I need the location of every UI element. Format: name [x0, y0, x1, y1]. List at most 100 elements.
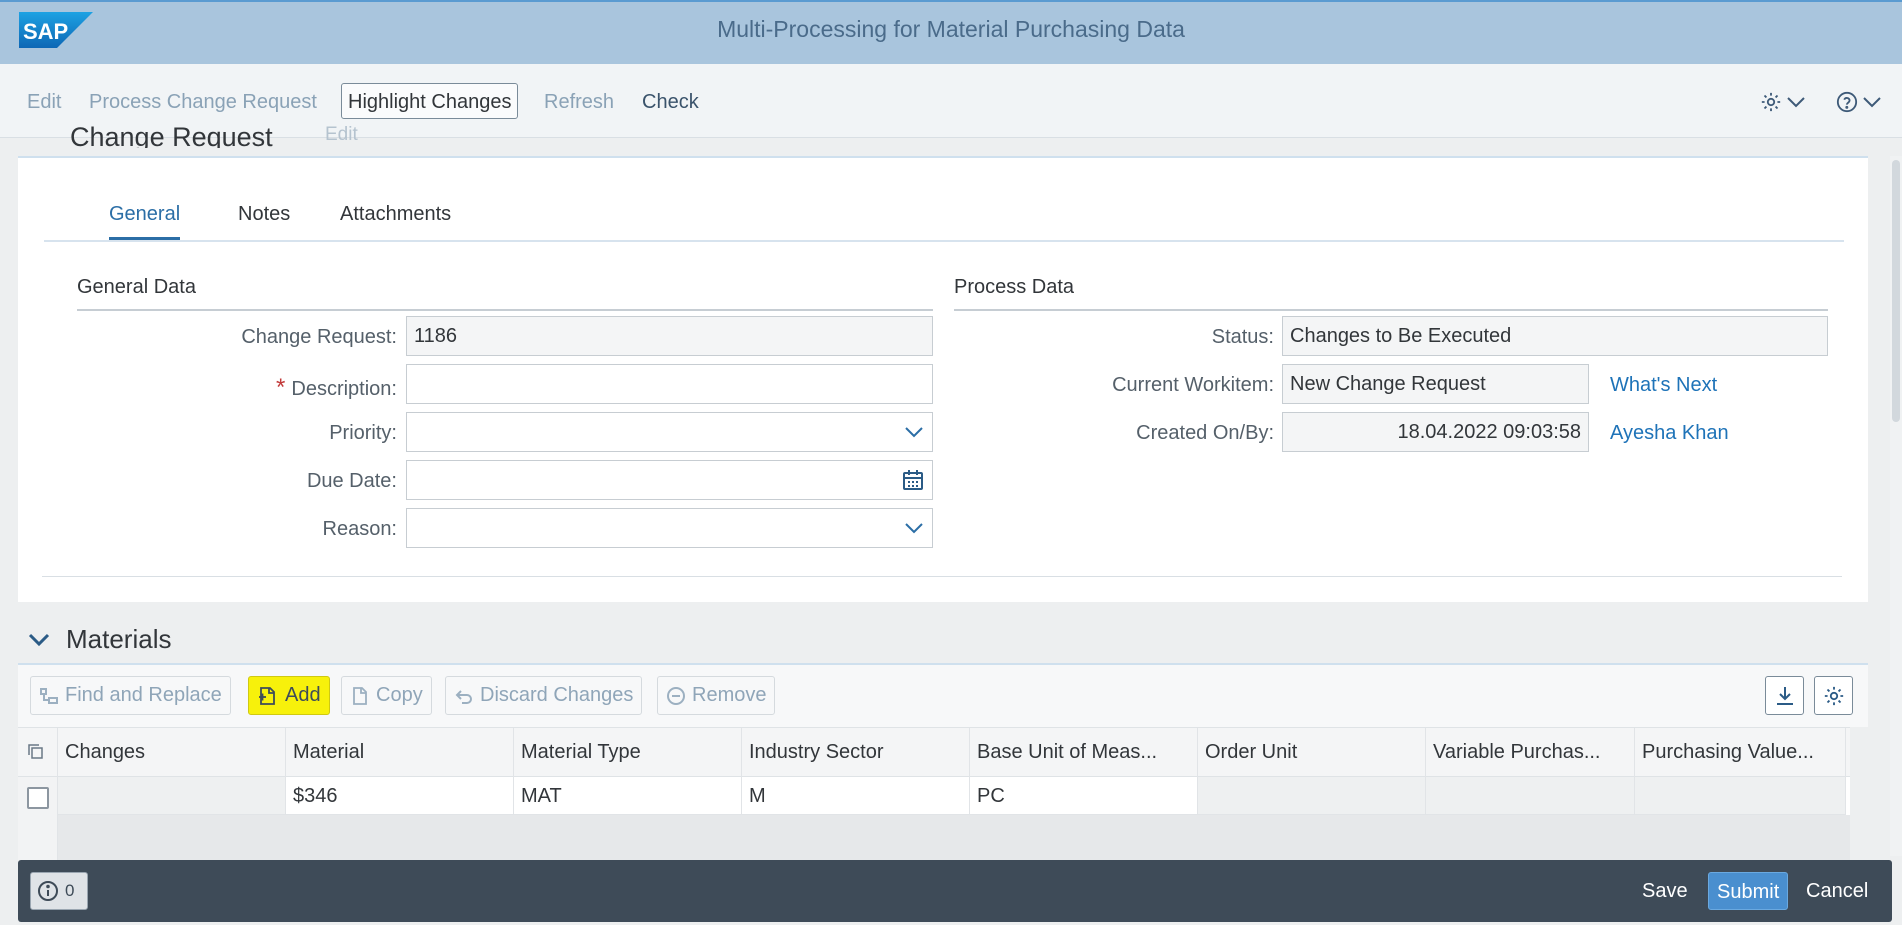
page-toolbar: Edit Process Change Request Highlight Ch… — [0, 64, 1902, 138]
column-header-industry-sector[interactable]: Industry Sector — [742, 728, 970, 777]
find-replace-icon — [40, 687, 58, 704]
cell-variable-purchasing — [1426, 777, 1635, 815]
page-scrollbar[interactable] — [1890, 156, 1902, 856]
materials-table: Changes Material Material Type Industry … — [18, 727, 1850, 860]
priority-select[interactable] — [406, 412, 933, 452]
add-label: Add — [285, 684, 321, 706]
cell-purchasing-value — [1635, 777, 1846, 815]
current-workitem-field: New Change Request — [1282, 364, 1589, 404]
highlight-changes-button[interactable]: Highlight Changes — [341, 83, 519, 119]
tab-bar: General Notes Attachments — [44, 198, 1844, 242]
chevron-down-icon — [1787, 97, 1805, 108]
app-title: Multi-Processing for Material Purchasing… — [717, 16, 1185, 42]
created-on-field: 18.04.2022 09:03:58 — [1282, 412, 1589, 452]
remove-button[interactable]: Remove — [657, 676, 776, 715]
created-on-by-label: Created On/By: — [1136, 422, 1274, 444]
gear-icon — [1824, 686, 1843, 705]
process-change-request-button[interactable]: Process Change Request — [82, 83, 324, 119]
chevron-down-icon — [1863, 97, 1881, 108]
footer-bar: 0 Save Submit Cancel — [18, 860, 1892, 922]
save-button[interactable]: Save — [1634, 872, 1696, 910]
refresh-button[interactable]: Refresh — [537, 83, 621, 119]
calendar-icon[interactable] — [902, 461, 924, 499]
export-button[interactable] — [1765, 676, 1804, 715]
cell-base-unit[interactable]: PC — [970, 777, 1198, 815]
cancel-button[interactable]: Cancel — [1798, 872, 1876, 910]
current-workitem-label: Current Workitem: — [1112, 374, 1274, 396]
copy-label: Copy — [376, 684, 423, 706]
copy-icon — [353, 686, 367, 705]
column-header-material[interactable]: Material — [286, 728, 514, 777]
column-header-base-unit[interactable]: Base Unit of Meas... — [970, 728, 1198, 777]
copy-button[interactable]: Copy — [341, 676, 432, 715]
column-header-variable-purchasing[interactable]: Variable Purchas... — [1426, 728, 1635, 777]
cell-changes — [58, 777, 286, 815]
find-and-replace-button[interactable]: Find and Replace — [30, 676, 231, 715]
created-by-link[interactable]: Ayesha Khan — [1610, 422, 1729, 445]
table-empty-area — [58, 815, 1850, 860]
priority-label: Priority: — [329, 422, 397, 444]
undo-icon — [455, 689, 472, 704]
remove-label: Remove — [692, 684, 767, 706]
column-header-order-unit[interactable]: Order Unit — [1198, 728, 1426, 777]
settings-menu-button[interactable] — [1760, 89, 1806, 115]
remove-icon — [667, 686, 685, 705]
cell-material[interactable]: $346 — [286, 777, 514, 815]
shell-header: SAP Multi-Processing for Material Purcha… — [0, 0, 1902, 64]
materials-section-header[interactable]: Materials — [28, 624, 171, 655]
status-label: Status: — [1211, 326, 1274, 348]
general-data-title: General Data — [77, 276, 196, 298]
description-label-text: Description: — [291, 378, 397, 400]
whats-next-link[interactable]: What's Next — [1610, 374, 1717, 397]
process-data-title: Process Data — [954, 276, 1075, 298]
chevron-down-icon[interactable] — [904, 413, 924, 451]
column-header-material-type[interactable]: Material Type — [514, 728, 742, 777]
description-label: * Description: — [77, 374, 397, 402]
help-icon — [1836, 91, 1858, 113]
message-count: 0 — [65, 881, 75, 900]
column-header-purchasing-value[interactable]: Purchasing Value... — [1635, 728, 1846, 777]
gear-icon — [1761, 92, 1781, 112]
chevron-down-icon[interactable] — [28, 632, 50, 648]
table-header: Changes Material Material Type Industry … — [18, 727, 1850, 777]
panel-divider — [42, 576, 1842, 577]
scrollbar-thumb[interactable] — [1892, 160, 1900, 422]
status-field: Changes to Be Executed — [1282, 316, 1828, 356]
add-document-icon — [259, 686, 275, 705]
help-menu-button[interactable] — [1836, 89, 1882, 115]
change-request-edit-link[interactable]: Edit — [325, 124, 358, 142]
add-button[interactable]: Add — [248, 676, 330, 715]
change-request-label: Change Request: — [241, 326, 397, 348]
tab-notes[interactable]: Notes — [238, 198, 290, 240]
download-icon — [1776, 686, 1793, 705]
find-and-replace-label: Find and Replace — [65, 684, 222, 706]
select-all-icon — [28, 744, 43, 759]
materials-toolbar: Find and Replace Add Copy Discard Change… — [18, 665, 1868, 727]
info-icon — [38, 881, 58, 901]
cell-industry-sector[interactable]: M — [742, 777, 970, 815]
tab-general[interactable]: General — [109, 198, 181, 240]
due-date-picker[interactable] — [406, 460, 933, 500]
description-input[interactable] — [406, 364, 933, 404]
tab-attachments[interactable]: Attachments — [340, 198, 451, 240]
check-button[interactable]: Check — [635, 83, 706, 119]
select-all-toggle[interactable] — [18, 728, 58, 777]
table-settings-button[interactable] — [1814, 676, 1853, 715]
submit-button[interactable]: Submit — [1708, 872, 1789, 910]
reason-select[interactable] — [406, 508, 933, 548]
due-date-label: Due Date: — [306, 470, 397, 492]
chevron-down-icon[interactable] — [904, 509, 924, 547]
column-header-changes[interactable]: Changes — [58, 728, 286, 777]
table-row[interactable]: $346 MAT M PC — [18, 777, 1850, 815]
general-data-divider — [77, 309, 933, 311]
cell-material-type[interactable]: MAT — [514, 777, 742, 815]
change-request-heading: Change Request — [70, 122, 273, 148]
reason-label: Reason: — [322, 518, 398, 540]
required-marker: * — [276, 374, 286, 401]
edit-button[interactable]: Edit — [20, 83, 68, 119]
change-request-panel: General Notes Attachments General Data C… — [18, 156, 1868, 602]
messages-button[interactable]: 0 — [30, 872, 88, 910]
process-data-divider — [954, 309, 1828, 311]
discard-changes-label: Discard Changes — [480, 684, 634, 706]
discard-changes-button[interactable]: Discard Changes — [445, 676, 643, 715]
